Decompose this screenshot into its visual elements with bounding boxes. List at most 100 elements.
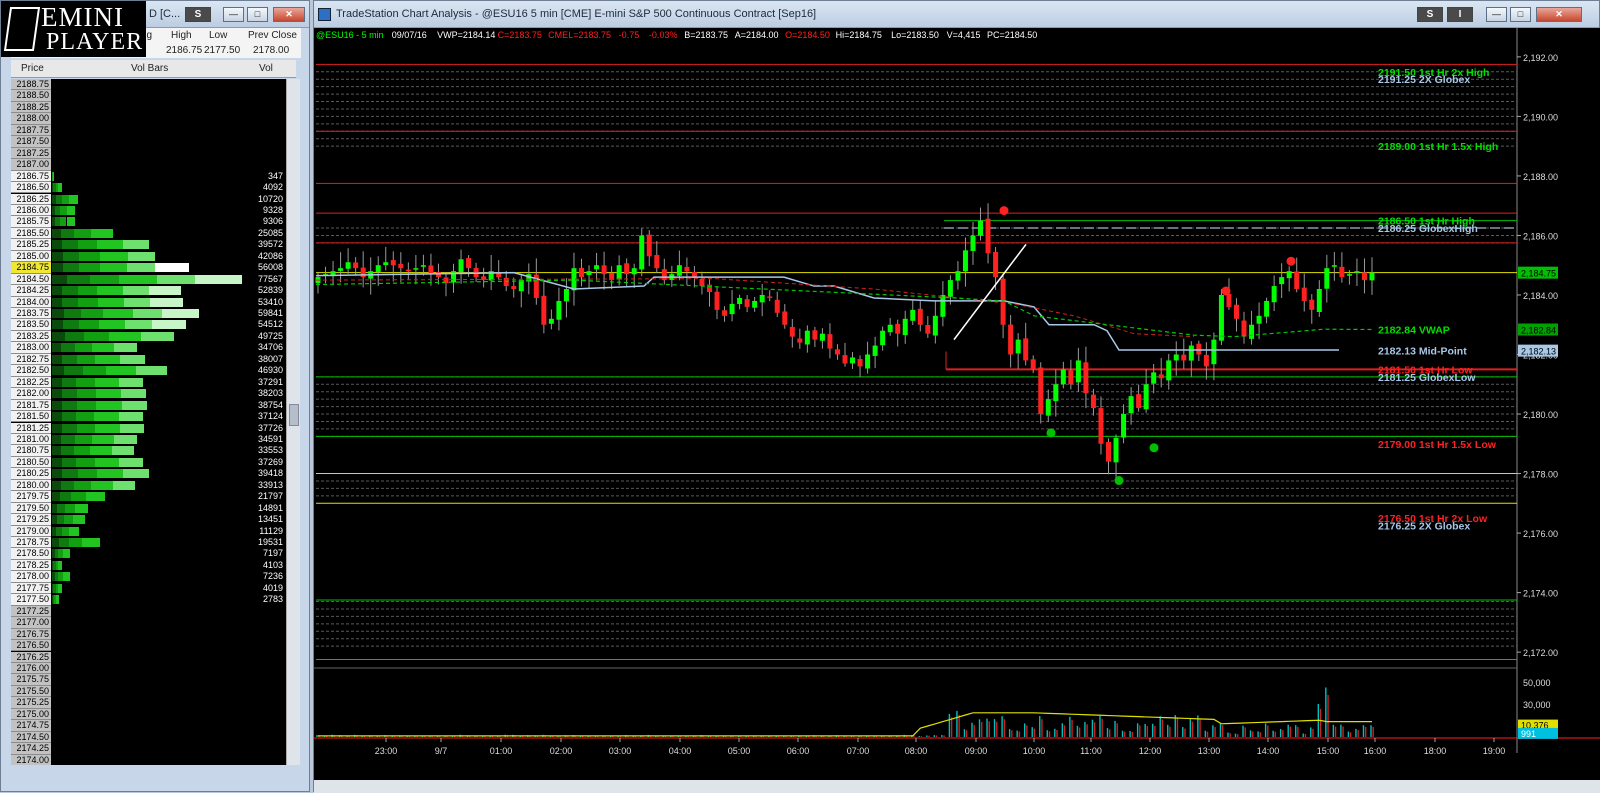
ladder-row[interactable]: 2184.5077567 <box>11 274 286 285</box>
ladder-row[interactable]: 2185.0042086 <box>11 251 286 262</box>
ladder-row[interactable]: 2180.0033913 <box>11 480 286 491</box>
ladder-price-cell: 2177.25 <box>11 606 51 617</box>
ladder-row[interactable]: 2182.7538007 <box>11 354 286 365</box>
vol-bar-segment <box>121 389 146 398</box>
ladder-volume-cell: 54512 <box>247 319 283 330</box>
chart-horizontal-scrollbar[interactable] <box>314 780 1600 793</box>
candle-body <box>1008 325 1013 355</box>
ladder-row[interactable]: 2188.50 <box>11 90 286 101</box>
symbol-linking-button[interactable]: S <box>1417 7 1443 22</box>
ladder-row[interactable]: 2179.5014891 <box>11 503 286 514</box>
ladder-row[interactable]: 2179.2513451 <box>11 514 286 525</box>
ladder-header-vol-bars[interactable]: Vol Bars <box>131 63 168 74</box>
ladder-price-cell: 2175.50 <box>11 686 51 697</box>
ladder-row[interactable]: 2174.25 <box>11 743 286 754</box>
ladder-row[interactable]: 2187.25 <box>11 148 286 159</box>
ladder-row[interactable]: 2177.502783 <box>11 594 286 605</box>
ladder-row[interactable]: 2182.5046930 <box>11 365 286 376</box>
indicator-link-button[interactable]: I <box>1447 7 1473 22</box>
ladder-row[interactable]: 2176.25 <box>11 652 286 663</box>
ladder-row[interactable]: 2174.50 <box>11 732 286 743</box>
ladder-row[interactable]: 2184.0053410 <box>11 297 286 308</box>
ladder-row[interactable]: 2185.5025085 <box>11 228 286 239</box>
ladder-row[interactable]: 2188.25 <box>11 102 286 113</box>
status-item: L=2183.75 <box>568 30 611 40</box>
vol-bar-segment <box>91 229 113 238</box>
ladder-price-cell: 2186.75 <box>11 171 51 182</box>
ladder-row[interactable]: 2187.50 <box>11 136 286 147</box>
ladder-row[interactable]: 2180.5037269 <box>11 457 286 468</box>
ladder-row[interactable]: 2175.25 <box>11 697 286 708</box>
ladder-row[interactable]: 2184.7556008 <box>11 262 286 273</box>
ladder-row[interactable]: 2180.7533553 <box>11 445 286 456</box>
ladder-scrollbar[interactable] <box>286 79 300 765</box>
ladder-volume-cell: 53410 <box>247 297 283 308</box>
candle-body <box>1091 395 1096 408</box>
ladder-row[interactable]: 2186.504092 <box>11 182 286 193</box>
ladder-row[interactable]: 2186.75347 <box>11 171 286 182</box>
maximize-button[interactable]: □ <box>247 7 268 22</box>
ladder-row[interactable]: 2185.2539572 <box>11 239 286 250</box>
vol-bar-segment <box>74 229 91 238</box>
ladder-row[interactable]: 2181.0034591 <box>11 434 286 445</box>
ladder-row[interactable]: 2183.0034706 <box>11 342 286 353</box>
ladder-volume-cell: 4103 <box>247 560 283 571</box>
vol-bar-segment <box>52 286 62 295</box>
ladder-row[interactable]: 2182.0038203 <box>11 388 286 399</box>
symbol-linking-button[interactable]: S <box>185 7 211 22</box>
ladder-row[interactable]: 2175.75 <box>11 674 286 685</box>
ladder-row[interactable]: 2176.75 <box>11 629 286 640</box>
ladder-row[interactable]: 2179.7521797 <box>11 491 286 502</box>
candle-body <box>873 346 878 356</box>
candle-body <box>918 309 923 325</box>
ladder-row[interactable]: 2174.75 <box>11 720 286 731</box>
ladder-row[interactable]: 2178.254103 <box>11 560 286 571</box>
price-axis-label: 2,192.00 <box>1523 53 1558 63</box>
ladder-row[interactable]: 2179.0011129 <box>11 526 286 537</box>
maximize-button[interactable]: □ <box>1510 7 1531 22</box>
ladder-row[interactable]: 2181.7538754 <box>11 400 286 411</box>
ladder-row[interactable]: 2180.2539418 <box>11 468 286 479</box>
ladder-row[interactable]: 2183.7559841 <box>11 308 286 319</box>
ladder-row[interactable]: 2187.00 <box>11 159 286 170</box>
ladder-row[interactable]: 2178.7519531 <box>11 537 286 548</box>
vol-bar-segment <box>62 298 78 307</box>
ladder-row[interactable]: 2178.507197 <box>11 548 286 559</box>
chart-titlebar[interactable]: TradeStation Chart Analysis - @ESU16 5 m… <box>314 1 1599 28</box>
ladder-header-price[interactable]: Price <box>21 63 44 74</box>
ladder-row[interactable]: 2186.2510720 <box>11 194 286 205</box>
price-chart[interactable]: @ESU16 - 5 min09/07/16VWP=2184.14C=2183.… <box>314 28 1600 780</box>
ladder-row[interactable]: 2181.5037124 <box>11 411 286 422</box>
ladder-row[interactable]: 2185.759306 <box>11 216 286 227</box>
ladder-row[interactable]: 2178.007236 <box>11 571 286 582</box>
minimize-button[interactable]: — <box>1486 7 1507 22</box>
ladder-volume-cell: 34706 <box>247 342 283 353</box>
ladder-row[interactable]: 2183.5054512 <box>11 319 286 330</box>
ladder-row[interactable]: 2188.75 <box>11 79 286 90</box>
minimize-button[interactable]: — <box>223 7 244 22</box>
vol-bar-segment <box>122 401 147 410</box>
vol-bar-segment <box>65 332 84 341</box>
close-button[interactable]: ✕ <box>1536 7 1582 22</box>
ladder-row[interactable]: 2175.00 <box>11 709 286 720</box>
close-button[interactable]: ✕ <box>273 7 305 22</box>
ladder-row[interactable]: 2174.00 <box>11 755 286 765</box>
ladder-row[interactable]: 2176.00 <box>11 663 286 674</box>
ladder-row[interactable]: 2188.00 <box>11 113 286 124</box>
ladder-row[interactable]: 2177.754019 <box>11 583 286 594</box>
ladder-row[interactable]: 2175.50 <box>11 686 286 697</box>
vol-bar-segment <box>62 424 77 433</box>
ladder-header-vol[interactable]: Vol <box>259 63 273 74</box>
vol-bar-segment <box>76 412 94 421</box>
scrollbar-thumb[interactable] <box>289 404 299 426</box>
ladder-volume-cell: 39418 <box>247 468 283 479</box>
ladder-row[interactable]: 2187.75 <box>11 125 286 136</box>
ladder-row[interactable]: 2183.2549725 <box>11 331 286 342</box>
ladder-row[interactable]: 2181.2537726 <box>11 423 286 434</box>
ladder-row[interactable]: 2186.009328 <box>11 205 286 216</box>
ladder-row[interactable]: 2177.25 <box>11 606 286 617</box>
ladder-row[interactable]: 2184.2552839 <box>11 285 286 296</box>
ladder-row[interactable]: 2177.00 <box>11 617 286 628</box>
ladder-row[interactable]: 2182.2537291 <box>11 377 286 388</box>
ladder-row[interactable]: 2176.50 <box>11 640 286 651</box>
